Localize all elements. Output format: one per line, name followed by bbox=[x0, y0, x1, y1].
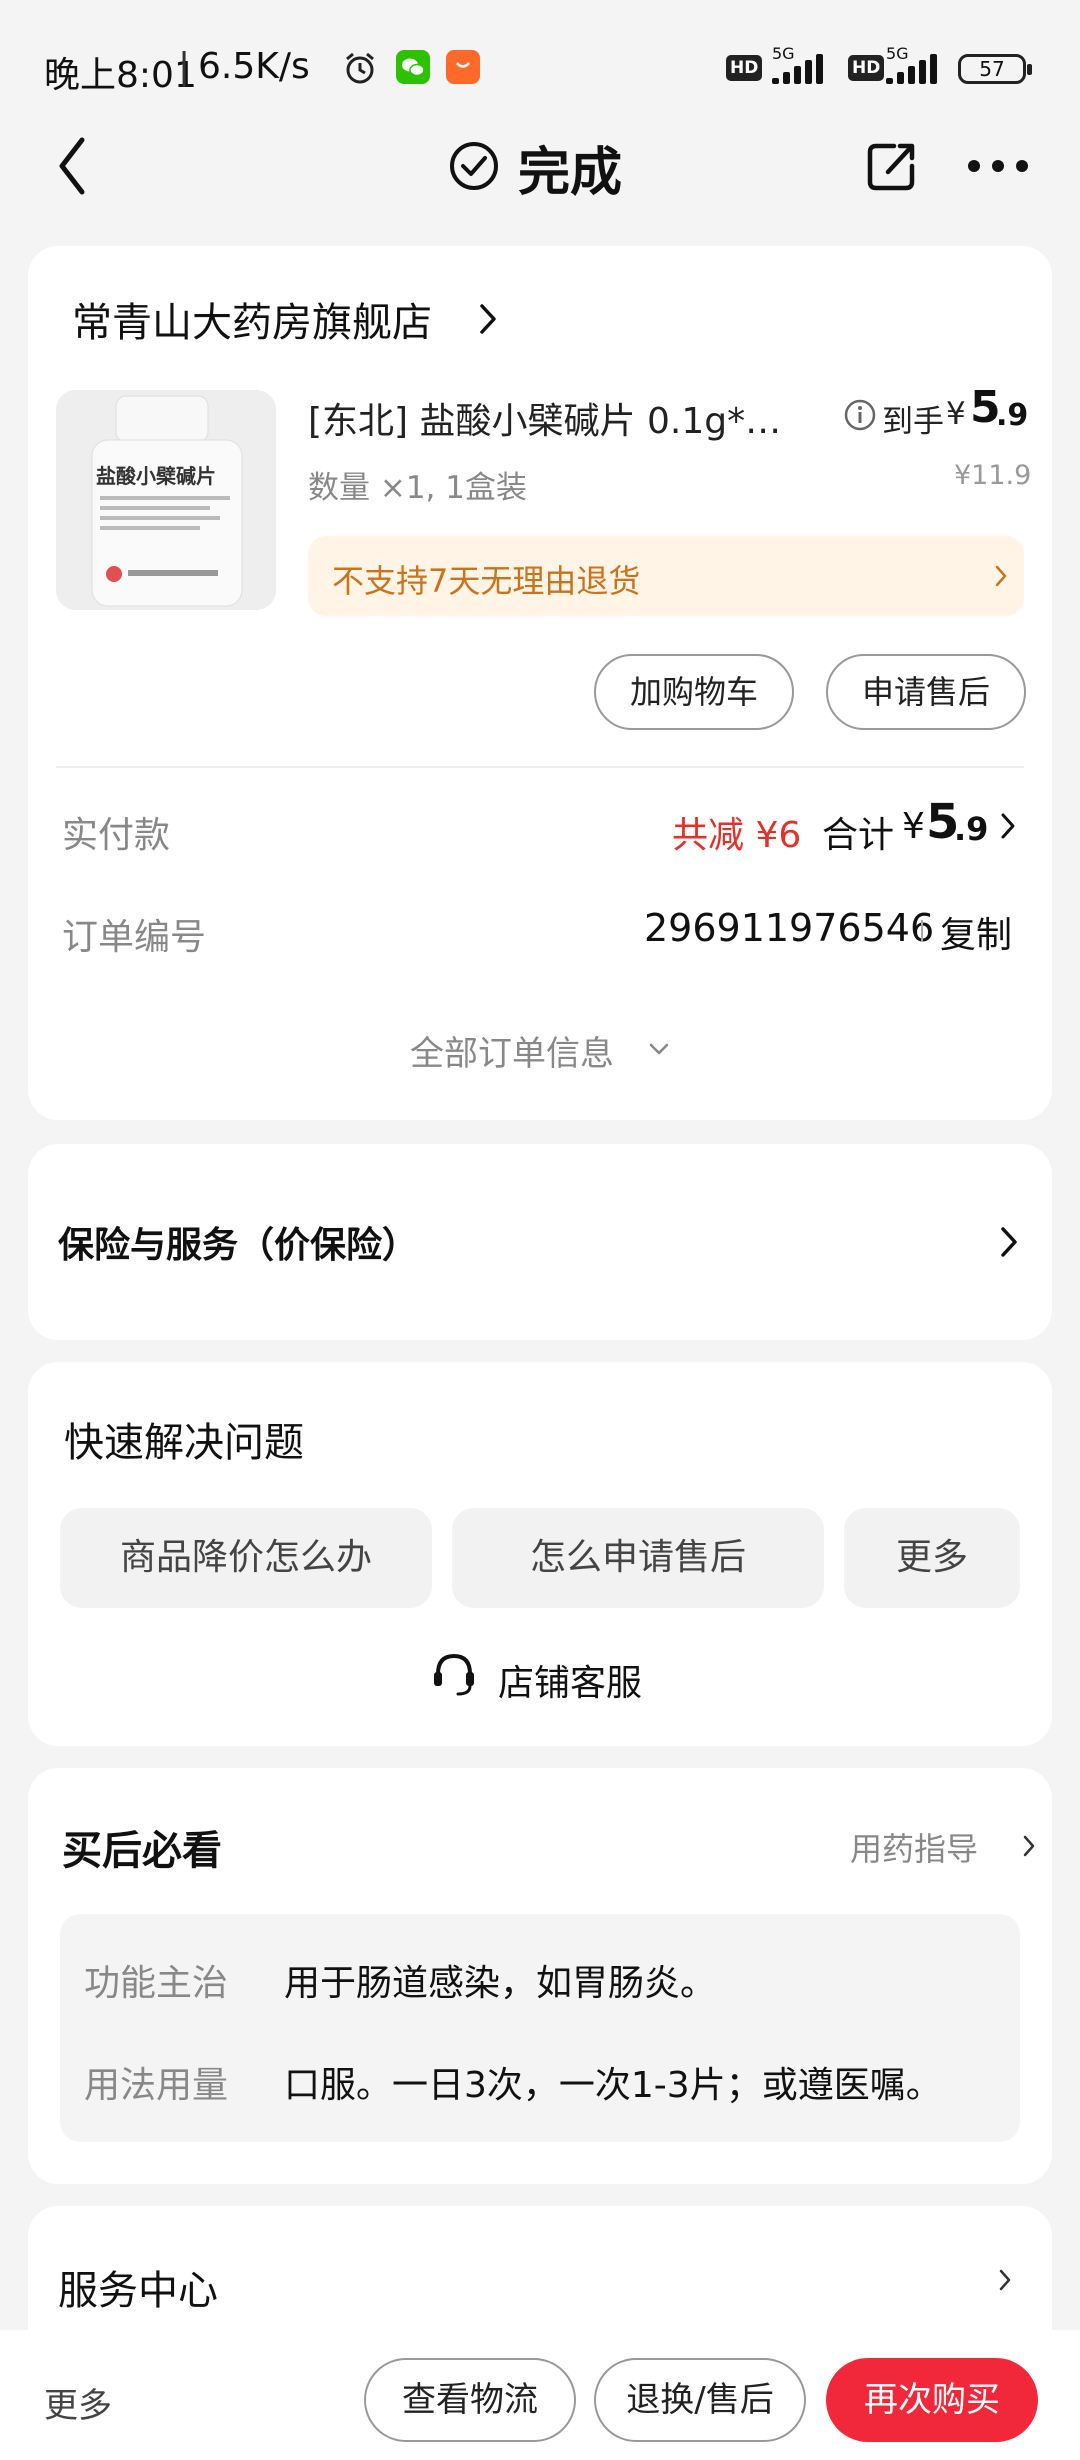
copy-divider bbox=[921, 920, 923, 942]
headset-icon bbox=[434, 1653, 474, 1696]
status-time: 晚上8:01 bbox=[44, 55, 197, 96]
medication-guide-label: 用药指导 bbox=[850, 1830, 979, 1868]
chevron-right-icon bbox=[1001, 813, 1015, 839]
final-price-decimal: .9 bbox=[996, 398, 1029, 433]
original-price: ¥11.9 bbox=[954, 460, 1032, 491]
insurance-label: 保险与服务（价保险） bbox=[58, 1225, 419, 1266]
add-to-cart-button[interactable]: 加购物车 bbox=[594, 654, 794, 730]
total-label: 合计 bbox=[822, 815, 895, 856]
view-logistics-button[interactable]: 查看物流 bbox=[364, 2358, 576, 2442]
wechat-icon bbox=[396, 50, 430, 84]
service-center-label: 服务中心 bbox=[58, 2268, 218, 2314]
tag-price-drop[interactable]: 商品降价怎么办 bbox=[60, 1508, 432, 1608]
more-options-icon[interactable] bbox=[966, 156, 1030, 176]
chevron-down-icon bbox=[649, 1043, 669, 1055]
order-number-label: 订单编号 bbox=[62, 917, 207, 958]
hd-badge: HD bbox=[726, 55, 763, 81]
product-quantity: 数量 ×1, 1盒装 bbox=[308, 470, 527, 506]
chevron-right-icon bbox=[1023, 1835, 1035, 1857]
status-bar: 晚上8:01 | 6.5K/s HD 5G HD 5G 57 bbox=[0, 0, 1080, 130]
share-icon[interactable] bbox=[864, 138, 920, 194]
chevron-right-icon bbox=[480, 304, 496, 334]
chevron-right-icon bbox=[1001, 1227, 1017, 1257]
store-name: 常青山大药房旗舰店 bbox=[72, 300, 432, 346]
copy-button[interactable]: 复制 bbox=[940, 906, 1012, 958]
status-divider: | bbox=[178, 46, 191, 87]
total-currency: ¥ bbox=[902, 806, 925, 847]
info-row-value: 口服。一日3次，一次1-3片；或遵医嘱。 bbox=[284, 2065, 942, 2106]
info-row-key: 功能主治 bbox=[84, 1963, 229, 2004]
all-order-info-label: 全部订单信息 bbox=[410, 1034, 614, 1074]
info-row-value: 用于肠道感染，如胃肠炎。 bbox=[284, 1963, 717, 2004]
payment-summary[interactable]: 共减 ¥6 合计 ¥ 5 .9 bbox=[668, 794, 1028, 866]
product-image[interactable]: 盐酸小檗碱片 bbox=[56, 390, 276, 610]
product-title[interactable]: [东北] 盐酸小檗碱片 0.1g*… bbox=[308, 392, 781, 444]
shopping-app-icon bbox=[446, 50, 480, 84]
all-order-info-toggle[interactable]: 全部订单信息 bbox=[410, 1026, 680, 1076]
medication-guide-link[interactable]: 用药指导 bbox=[850, 1824, 1040, 1868]
hd-badge-2: HD bbox=[848, 55, 885, 81]
medication-info-box: 功能主治 用于肠道感染，如胃肠炎。 用法用量 口服。一日3次，一次1-3片；或遵… bbox=[60, 1914, 1020, 2142]
total-decimal: .9 bbox=[954, 810, 989, 848]
back-icon[interactable] bbox=[54, 136, 90, 196]
chevron-right-icon bbox=[995, 565, 1007, 587]
store-customer-service-button[interactable]: 店铺客服 bbox=[430, 1646, 690, 1706]
quick-solve-card: 快速解决问题 商品降价怎么办 怎么申请售后 更多 店铺客服 bbox=[28, 1362, 1052, 1746]
bottom-action-bar: 更多 查看物流 退换/售后 再次购买 bbox=[0, 2330, 1080, 2460]
after-purchase-card: 买后必看 用药指导 功能主治 用于肠道感染，如胃肠炎。 用法用量 口服。一日3次… bbox=[28, 1768, 1052, 2184]
store-customer-service-label: 店铺客服 bbox=[498, 1663, 643, 1704]
signal-icon bbox=[772, 50, 836, 84]
return-policy-banner[interactable]: 不支持7天无理由退货 bbox=[308, 536, 1024, 616]
after-purchase-title: 买后必看 bbox=[62, 1828, 222, 1874]
info-icon[interactable] bbox=[843, 398, 877, 432]
buy-again-button[interactable]: 再次购买 bbox=[826, 2358, 1038, 2442]
order-number: 296911976546 bbox=[644, 906, 935, 950]
divider bbox=[56, 766, 1024, 768]
final-price-currency: ¥ bbox=[946, 396, 966, 432]
tag-more[interactable]: 更多 bbox=[844, 1508, 1020, 1608]
battery-indicator: 57 bbox=[958, 54, 1032, 84]
payment-label: 实付款 bbox=[62, 815, 171, 856]
quick-solve-title: 快速解决问题 bbox=[64, 1420, 304, 1466]
medicine-bottle-icon bbox=[56, 390, 276, 610]
alarm-icon bbox=[346, 52, 374, 84]
page-title: 完成 bbox=[518, 143, 623, 203]
chevron-right-icon bbox=[999, 2269, 1011, 2291]
discount-amount: 共减 ¥6 bbox=[672, 815, 802, 856]
return-policy-text: 不支持7天无理由退货 bbox=[332, 562, 641, 600]
info-row-key: 用法用量 bbox=[84, 2065, 229, 2106]
tag-how-after-sale[interactable]: 怎么申请售后 bbox=[452, 1508, 824, 1608]
check-circle-icon bbox=[450, 142, 498, 190]
status-speed: 6.5K/s bbox=[198, 46, 310, 87]
final-price-label: 到手 bbox=[882, 404, 944, 440]
signal-icon-2 bbox=[886, 50, 950, 84]
return-exchange-button[interactable]: 退换/售后 bbox=[594, 2358, 806, 2442]
apply-after-sale-button[interactable]: 申请售后 bbox=[826, 654, 1026, 730]
product-image-label: 盐酸小檗碱片 bbox=[96, 464, 216, 488]
bottom-more-button[interactable]: 更多 bbox=[44, 2378, 112, 2427]
insurance-card[interactable]: 保险与服务（价保险） bbox=[28, 1144, 1052, 1340]
